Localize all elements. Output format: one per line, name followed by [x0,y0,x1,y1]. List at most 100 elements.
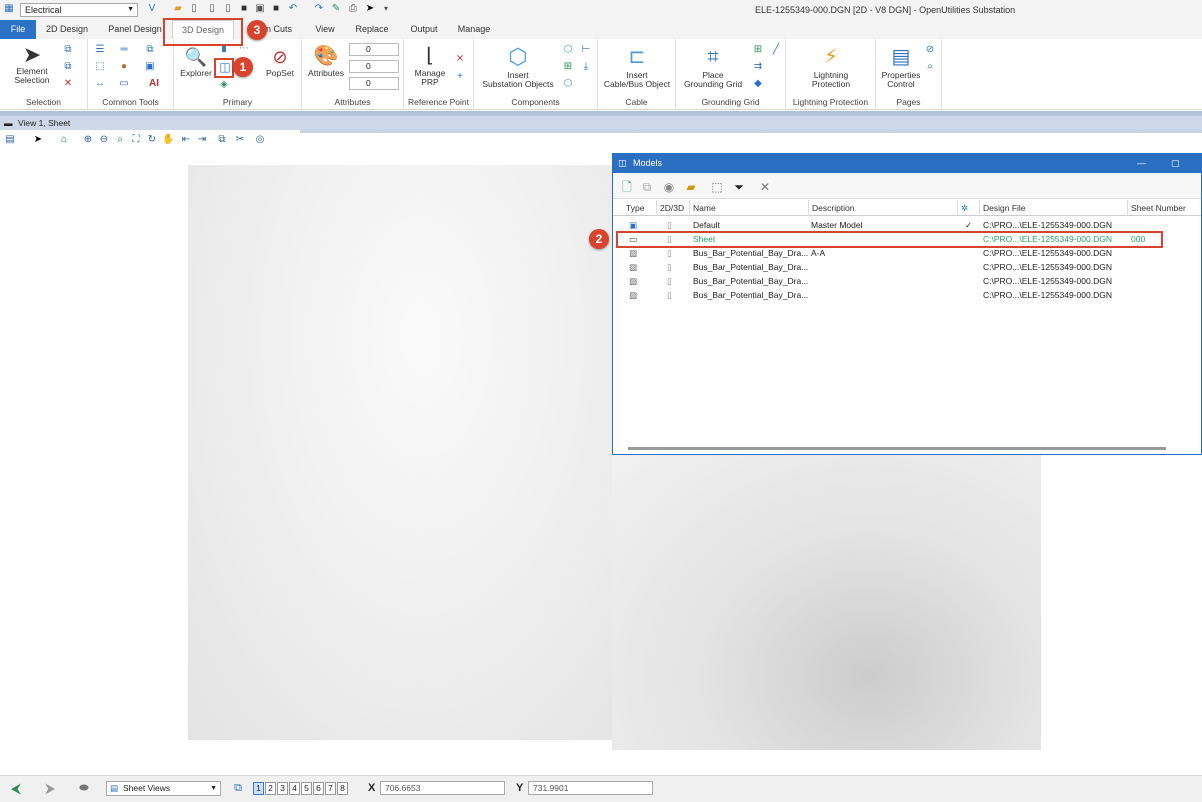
print-icon[interactable]: ⎙ [347,3,359,15]
view-next-icon[interactable]: ⇥ [196,134,208,146]
maximize-icon[interactable]: ▢ [1171,154,1180,173]
col-active-icon[interactable]: ✲ [958,200,980,216]
customize-icon[interactable]: ▾ [380,3,392,15]
search-icon[interactable]: ⌕ [924,61,936,73]
x-coord-field[interactable]: 706.6653 [380,781,505,795]
select-icon[interactable]: ⧉ [62,44,74,56]
select-all-icon[interactable]: ⬚ [709,179,725,195]
view-page-4[interactable]: 4 [289,782,300,795]
minimize-icon[interactable]: — [1137,154,1146,173]
delete-icon[interactable]: ✕ [62,78,74,90]
tab-manage[interactable]: Manage [452,20,496,39]
rotate-view-icon[interactable]: ↻ [146,134,158,146]
models-title-bar[interactable]: ◫ Models — ▢ [613,154,1201,173]
insert-cable-bus-button[interactable]: ⊏ Insert Cable/Bus Object [600,43,674,89]
insert-substation-objects-button[interactable]: ⬡ Insert Substation Objects [476,43,560,89]
paint-icon[interactable]: ● [118,61,130,73]
place-grounding-grid-button[interactable]: ⌗ Place Grounding Grid [678,43,748,89]
tab-view[interactable]: View [308,20,342,39]
view-groups-icon[interactable]: ⧉ [228,781,248,796]
add-point-icon[interactable]: + [454,71,466,83]
view-page-5[interactable]: 5 [301,782,312,795]
shape-icon[interactable]: ▭ [118,78,130,90]
table-row[interactable]: ▨ ▯ Bus_Bar_Potential_Bay_Dra... C:\PRO.… [613,261,1201,274]
component-icon-2[interactable]: ⊢ [580,44,592,56]
save-as-icon[interactable]: ▣ [254,3,266,15]
symbol-icon[interactable]: ⧉ [144,44,156,56]
grid-tool-icon-2[interactable]: ╱ [770,44,782,56]
table-row[interactable]: ▨ ▯ Bus_Bar_Potential_Bay_Dra... C:\PRO.… [613,275,1201,288]
tab-2d-design[interactable]: 2D Design [40,20,94,39]
attributes-button[interactable]: 🎨 Attributes [306,43,346,78]
view-page-6[interactable]: 6 [313,782,324,795]
display-style-icon[interactable]: ➤ [32,134,44,146]
col-description[interactable]: Description [809,200,958,216]
brush-icon[interactable]: ⌂ [58,134,70,146]
filter-icon[interactable]: ⏷ [731,179,747,195]
lightning-protection-button[interactable]: ⚡ Lightning Protection [794,43,868,89]
saved-views-icon[interactable]: ⬬ [72,781,96,796]
y-coord-field[interactable]: 731.9901 [528,781,653,795]
new-model-icon[interactable]: 🗋 [619,179,635,195]
element-selection-button[interactable]: ➤ Element Selection [4,43,60,85]
style-combo[interactable]: 0 [349,60,399,73]
drawing-canvas-overlap[interactable] [612,455,1041,750]
new-file-icon[interactable]: ▯ [188,3,200,15]
tab-replace[interactable]: Replace [350,20,394,39]
file-icon[interactable]: ▯ [206,3,218,15]
lines-icon[interactable]: ☰ [94,44,106,56]
references-icon[interactable]: ◈ [218,79,230,91]
zoom-out-icon[interactable]: ⊖ [98,134,110,146]
pan-icon[interactable]: ✋ [162,134,174,146]
col-type[interactable]: Type [623,200,657,216]
component-icon-1[interactable]: ⬡ [562,44,574,56]
copy-model-icon[interactable]: ⧉ [639,179,655,195]
view-page-3[interactable]: 3 [277,782,288,795]
import-model-icon[interactable]: ▰ [683,179,699,195]
view-previous-icon[interactable]: ⇤ [180,134,192,146]
pin-icon[interactable]: ✎ [330,3,342,15]
component-icon-4[interactable]: ⬡ [562,78,574,90]
drawing-canvas[interactable] [188,165,613,740]
linestyle-icon[interactable]: ═ [118,44,130,56]
tab-panel-design[interactable]: Panel Design [104,20,166,39]
redo-icon[interactable]: ↷ [313,3,325,15]
grid-tool-icon-3[interactable]: ⇉ [752,61,764,73]
remove-point-icon[interactable]: ⨯ [454,53,466,65]
workspace-selector[interactable]: Electrical ▼ [20,3,138,17]
sheet-views-dropdown[interactable]: ▤ Sheet Views ▼ [106,781,221,796]
zoom-in-icon[interactable]: ⊕ [82,134,94,146]
grid-tool-icon-1[interactable]: ⊞ [752,44,764,56]
manage-prp-button[interactable]: ⌊ Manage PRP [408,43,452,87]
undo-icon[interactable]: ↶ [287,3,299,15]
component-icon-3[interactable]: ⊞ [562,61,574,73]
fit-view-icon[interactable]: ⛶ [130,134,142,146]
view-page-8[interactable]: 8 [337,782,348,795]
view-page-1[interactable]: 1 [253,782,264,795]
modify-icon[interactable]: ⬚ [94,61,106,73]
download-icon[interactable]: ⤓ [580,61,592,73]
view-page-7[interactable]: 7 [325,782,336,795]
camera-icon[interactable]: ◎ [254,134,266,146]
window-area-icon[interactable]: ⌕ [114,134,126,146]
col-name[interactable]: Name [690,200,809,216]
tab-cuts[interactable]: n Cuts [262,20,296,39]
pages-tool-icon[interactable]: ⊘ [924,44,936,56]
model-properties-icon[interactable]: ◉ [661,179,677,195]
view-page-2[interactable]: 2 [265,782,276,795]
col-2d3d[interactable]: 2D/3D [657,200,690,216]
grid-tool-icon-4[interactable]: ◆ [752,78,764,90]
cell-icon[interactable]: ▣ [144,61,156,73]
delete-model-icon[interactable]: ✕ [757,179,773,195]
tab-output[interactable]: Output [404,20,444,39]
back-icon[interactable]: ⮜ [6,781,26,796]
popset-button[interactable]: ⊘ PopSet [262,45,298,78]
text-ai-icon[interactable]: AI [144,78,164,90]
level-combo[interactable]: 0 [349,43,399,56]
copy-view-icon[interactable]: ⧉ [216,134,228,146]
app-icon[interactable]: ▦ [3,3,15,15]
open-folder-icon[interactable]: ▰ [172,3,184,15]
clip-volume-icon[interactable]: ✂ [234,134,246,146]
explorer-button[interactable]: 🔍 Explorer [178,45,214,78]
save-icon[interactable]: ■ [238,3,250,15]
